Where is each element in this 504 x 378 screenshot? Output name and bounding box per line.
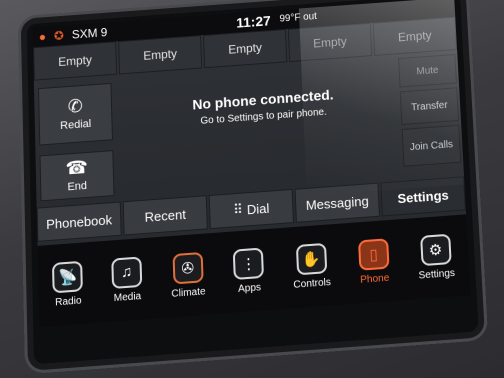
nav-climate-label: Climate	[171, 285, 206, 300]
phone-status-message: No phone connected. Go to Settings to pa…	[154, 84, 373, 130]
preset-1[interactable]: Empty	[33, 41, 118, 81]
music-note-icon: ♫	[111, 255, 143, 289]
preset-5[interactable]: Empty	[372, 16, 458, 56]
mute-label: Mute	[416, 64, 439, 77]
redial-label: Redial	[60, 117, 92, 133]
steering-wheel-icon: ✪	[53, 28, 65, 43]
join-calls-button[interactable]: Join Calls	[401, 124, 462, 167]
preset-4[interactable]: Empty	[287, 22, 373, 63]
radio-station-label: SXM 9	[71, 25, 108, 42]
gear-icon: ⚙	[419, 233, 452, 266]
nav-climate[interactable]: ✇ Climate	[170, 251, 206, 299]
hangup-icon: ☎	[65, 156, 89, 179]
end-label: End	[67, 179, 88, 194]
nav-media[interactable]: ♫ Media	[111, 255, 143, 304]
tab-dial[interactable]: ⠿ Dial	[208, 188, 294, 230]
phone-icon: ✆	[67, 95, 83, 117]
outside-temperature: 99°F out	[279, 11, 318, 25]
tab-phonebook[interactable]: Phonebook	[36, 201, 122, 242]
nav-media-label: Media	[113, 290, 142, 304]
preset-3[interactable]: Empty	[203, 29, 288, 69]
nav-controls-label: Controls	[293, 276, 332, 291]
transfer-button[interactable]: Transfer	[399, 87, 459, 126]
tab-settings[interactable]: Settings	[380, 176, 466, 217]
nav-phone-label: Phone	[359, 272, 390, 286]
nav-phone[interactable]: ▯ Phone	[357, 237, 390, 286]
tab-recent[interactable]: Recent	[122, 195, 208, 236]
preset-2[interactable]: Empty	[118, 35, 203, 75]
mute-button[interactable]: Mute	[398, 53, 457, 88]
nav-apps[interactable]: ⋮ Apps	[232, 246, 265, 295]
nav-radio[interactable]: 📡 Radio	[52, 260, 84, 308]
nav-controls[interactable]: ✋ Controls	[292, 242, 331, 290]
join-calls-label: Join Calls	[409, 138, 454, 153]
touchscreen: ● ✪ SXM 9 11:27 99°F out Empty Empty Emp…	[32, 0, 471, 328]
keypad-icon: ⠿	[233, 201, 244, 218]
nav-settings[interactable]: ⚙ Settings	[417, 233, 456, 282]
clock: 11:27	[235, 12, 272, 31]
phone-icon: ▯	[357, 237, 390, 271]
transfer-label: Transfer	[410, 99, 448, 113]
tab-messaging[interactable]: Messaging	[294, 182, 380, 223]
recording-icon: ●	[38, 29, 47, 44]
nav-apps-label: Apps	[237, 281, 262, 295]
end-call-button[interactable]: ☎ End	[39, 150, 115, 202]
nav-radio-label: Radio	[55, 294, 82, 308]
apps-icon: ⋮	[232, 246, 265, 280]
nav-settings-label: Settings	[418, 267, 456, 282]
redial-button[interactable]: ✆ Redial	[38, 82, 113, 146]
touchscreen-frame: ● ✪ SXM 9 11:27 99°F out Empty Empty Emp…	[26, 0, 479, 365]
dial-label: Dial	[246, 200, 270, 217]
climate-icon: ✇	[172, 251, 204, 285]
radio-tower-icon: 📡	[52, 260, 84, 293]
controls-hand-icon: ✋	[295, 242, 327, 275]
